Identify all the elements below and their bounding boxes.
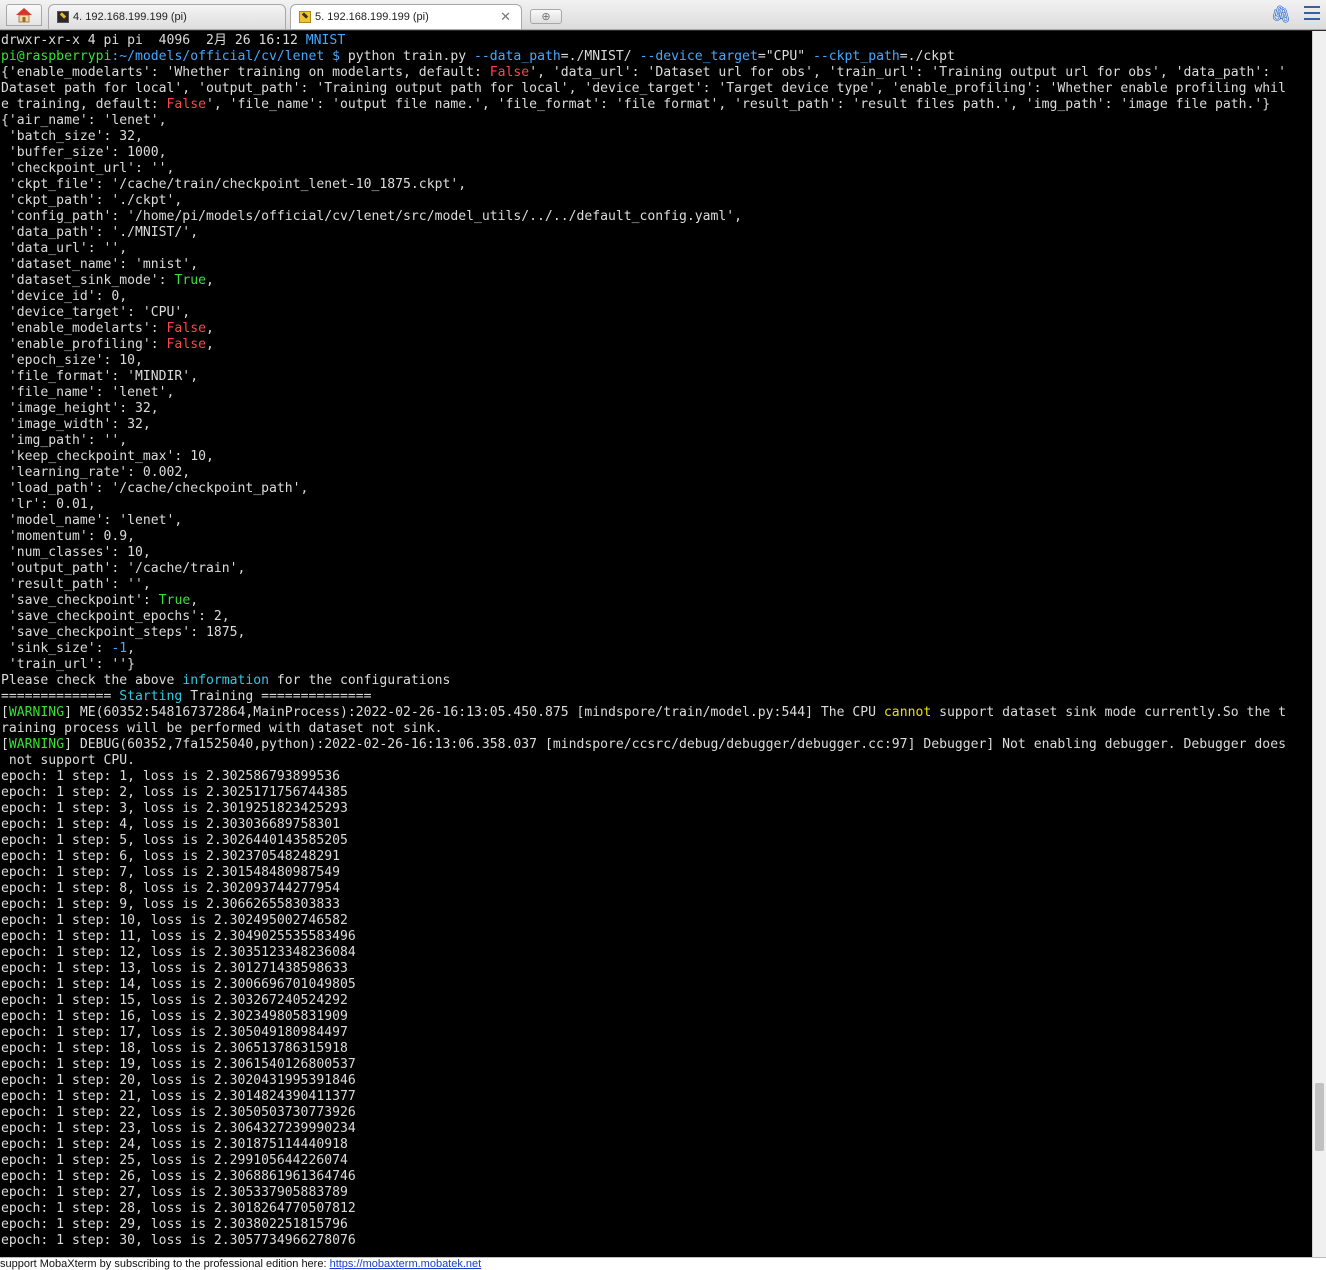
- config-line: 'ckpt_file': '/cache/train/checkpoint_le…: [1, 177, 467, 192]
- loss-line: epoch: 1 step: 10, loss is 2.30249500274…: [1, 913, 348, 928]
- loss-line: epoch: 1 step: 12, loss is 2.30351233482…: [1, 945, 356, 960]
- tab-bar: 4. 192.168.199.199 (pi) 5. 192.168.199.1…: [0, 0, 1326, 30]
- loss-line: epoch: 1 step: 6, loss is 2.302370548248…: [1, 849, 340, 864]
- config-line: 'save_checkpoint': True,: [1, 593, 199, 608]
- mobaxterm-link[interactable]: https://mobaxterm.mobatek.net: [330, 1258, 482, 1270]
- home-tab-button[interactable]: [6, 4, 42, 26]
- help-dict-line: e training, default: False', 'file_name'…: [1, 97, 1271, 112]
- warning-line-cont: not support CPU.: [1, 753, 136, 768]
- config-line: 'checkpoint_url': '',: [1, 161, 175, 176]
- terminal-scrollbar[interactable]: [1312, 31, 1326, 1257]
- config-line: 'lr': 0.01,: [1, 497, 96, 512]
- config-line: 'train_url': ''}: [1, 657, 136, 672]
- config-line: 'buffer_size': 1000,: [1, 145, 167, 160]
- loss-line: epoch: 1 step: 2, loss is 2.302517175674…: [1, 785, 348, 800]
- config-line: 'keep_checkpoint_max': 10,: [1, 449, 214, 464]
- status-text: support MobaXterm by subscribing to the …: [0, 1258, 330, 1270]
- config-line: 'file_name': 'lenet',: [1, 385, 175, 400]
- loss-line: epoch: 1 step: 20, loss is 2.30204319953…: [1, 1073, 356, 1088]
- loss-line: epoch: 1 step: 22, loss is 2.30505037307…: [1, 1105, 356, 1120]
- config-line: 'epoch_size': 10,: [1, 353, 143, 368]
- status-bar: support MobaXterm by subscribing to the …: [0, 1257, 1326, 1270]
- loss-line: epoch: 1 step: 7, loss is 2.301548480987…: [1, 865, 340, 880]
- loss-line: epoch: 1 step: 5, loss is 2.302644014358…: [1, 833, 348, 848]
- home-icon: [16, 8, 32, 23]
- config-line: 'output_path': '/cache/train',: [1, 561, 246, 576]
- config-line: 'batch_size': 32,: [1, 129, 143, 144]
- loss-line: epoch: 1 step: 19, loss is 2.30615401268…: [1, 1057, 356, 1072]
- loss-line: epoch: 1 step: 4, loss is 2.303036689758…: [1, 817, 340, 832]
- loss-line: epoch: 1 step: 25, loss is 2.29910564422…: [1, 1153, 348, 1168]
- loss-line: epoch: 1 step: 23, loss is 2.30643272399…: [1, 1121, 356, 1136]
- terminal-session-icon: [57, 11, 69, 23]
- loss-line: epoch: 1 step: 9, loss is 2.306626558303…: [1, 897, 340, 912]
- help-dict-line: Dataset path for local', 'output_path': …: [1, 81, 1286, 96]
- config-block: {'air_name': 'lenet', 'batch_size': 32, …: [1, 113, 742, 672]
- config-line: 'data_url': '',: [1, 241, 128, 256]
- terminal-session-icon: [299, 11, 311, 23]
- loss-line: epoch: 1 step: 1, loss is 2.302586793899…: [1, 769, 340, 784]
- starting-line: ============== Starting Training =======…: [1, 689, 372, 704]
- config-line: 'dataset_sink_mode': True,: [1, 273, 214, 288]
- command-line: pi@raspberrypi:~/models/official/cv/lene…: [1, 49, 955, 64]
- close-tab-icon[interactable]: ✕: [500, 9, 511, 25]
- help-dict-line: {'enable_modelarts': 'Whether training o…: [1, 65, 1286, 80]
- config-line: 'img_path': '',: [1, 433, 128, 448]
- config-line: 'device_id': 0,: [1, 289, 128, 304]
- config-line: 'device_target': 'CPU',: [1, 305, 191, 320]
- config-line: 'result_path': '',: [1, 577, 151, 592]
- loss-line: epoch: 1 step: 27, loss is 2.30533790588…: [1, 1185, 348, 1200]
- loss-line: epoch: 1 step: 29, loss is 2.30380225181…: [1, 1217, 348, 1232]
- config-line: {'air_name': 'lenet',: [1, 113, 167, 128]
- plus-icon: ⊕: [541, 11, 551, 23]
- config-line: 'enable_profiling': False,: [1, 337, 214, 352]
- loss-line: epoch: 1 step: 21, loss is 2.30148243904…: [1, 1089, 356, 1104]
- config-line: 'sink_size': -1,: [1, 641, 136, 656]
- loss-line: epoch: 1 step: 18, loss is 2.30651378631…: [1, 1041, 348, 1056]
- session-tab-5[interactable]: 5. 192.168.199.199 (pi) ✕: [290, 4, 522, 29]
- config-line: 'image_height': 32,: [1, 401, 159, 416]
- loss-line: epoch: 1 step: 17, loss is 2.30504918098…: [1, 1025, 348, 1040]
- config-line: 'load_path': '/cache/checkpoint_path',: [1, 481, 309, 496]
- config-line: 'momentum': 0.9,: [1, 529, 136, 544]
- terminal-output[interactable]: drwxr-xr-x 4 pi pi 4096 2月 26 16:12 MNIS…: [0, 31, 1312, 1257]
- warning-line: [WARNING] DEBUG(60352,7fa1525040,python)…: [1, 737, 1286, 752]
- loss-line: epoch: 1 step: 14, loss is 2.30066967010…: [1, 977, 356, 992]
- config-line: 'num_classes': 10,: [1, 545, 151, 560]
- loss-line: epoch: 1 step: 13, loss is 2.30127143859…: [1, 961, 348, 976]
- config-line: 'data_path': './MNIST/',: [1, 225, 199, 240]
- config-line: 'save_checkpoint_steps': 1875,: [1, 625, 246, 640]
- new-tab-button[interactable]: ⊕: [530, 9, 562, 24]
- loss-line: epoch: 1 step: 30, loss is 2.30577349662…: [1, 1233, 356, 1248]
- ls-line: drwxr-xr-x 4 pi pi 4096 2月 26 16:12 MNIS…: [1, 33, 346, 48]
- warning-line-cont: raining process will be performed with d…: [1, 721, 443, 736]
- config-line: 'config_path': '/home/pi/models/official…: [1, 209, 743, 224]
- config-line: 'file_format': 'MINDIR',: [1, 369, 199, 384]
- loss-block: epoch: 1 step: 1, loss is 2.302586793899…: [1, 769, 356, 1248]
- terminal-text: drwxr-xr-x 4 pi pi 4096 2月 26 16:12 MNIS…: [0, 31, 1312, 1249]
- loss-line: epoch: 1 step: 16, loss is 2.30234980583…: [1, 1009, 348, 1024]
- paperclip-icon[interactable]: 🖇: [1270, 5, 1292, 25]
- loss-line: epoch: 1 step: 11, loss is 2.30490255355…: [1, 929, 356, 944]
- hamburger-menu-icon[interactable]: [1304, 6, 1320, 20]
- loss-line: epoch: 1 step: 3, loss is 2.301925182342…: [1, 801, 348, 816]
- loss-line: epoch: 1 step: 15, loss is 2.30326724052…: [1, 993, 348, 1008]
- config-line: 'enable_modelarts': False,: [1, 321, 214, 336]
- session-tab-4[interactable]: 4. 192.168.199.199 (pi): [48, 4, 286, 29]
- warning-line: [WARNING] ME(60352:548167372864,MainProc…: [1, 705, 1286, 720]
- loss-line: epoch: 1 step: 24, loss is 2.30187511444…: [1, 1137, 348, 1152]
- check-line: Please check the above information for t…: [1, 673, 451, 688]
- loss-line: epoch: 1 step: 28, loss is 2.30182647705…: [1, 1201, 356, 1216]
- config-line: 'dataset_name': 'mnist',: [1, 257, 199, 272]
- loss-line: epoch: 1 step: 8, loss is 2.302093744277…: [1, 881, 340, 896]
- config-line: 'learning_rate': 0.002,: [1, 465, 191, 480]
- config-line: 'ckpt_path': './ckpt',: [1, 193, 183, 208]
- scrollbar-thumb[interactable]: [1315, 1083, 1324, 1151]
- config-line: 'image_width': 32,: [1, 417, 151, 432]
- config-line: 'save_checkpoint_epochs': 2,: [1, 609, 230, 624]
- config-line: 'model_name': 'lenet',: [1, 513, 183, 528]
- loss-line: epoch: 1 step: 26, loss is 2.30688619613…: [1, 1169, 356, 1184]
- tab-label: 4. 192.168.199.199 (pi): [73, 11, 187, 23]
- tab-label: 5. 192.168.199.199 (pi): [315, 11, 429, 23]
